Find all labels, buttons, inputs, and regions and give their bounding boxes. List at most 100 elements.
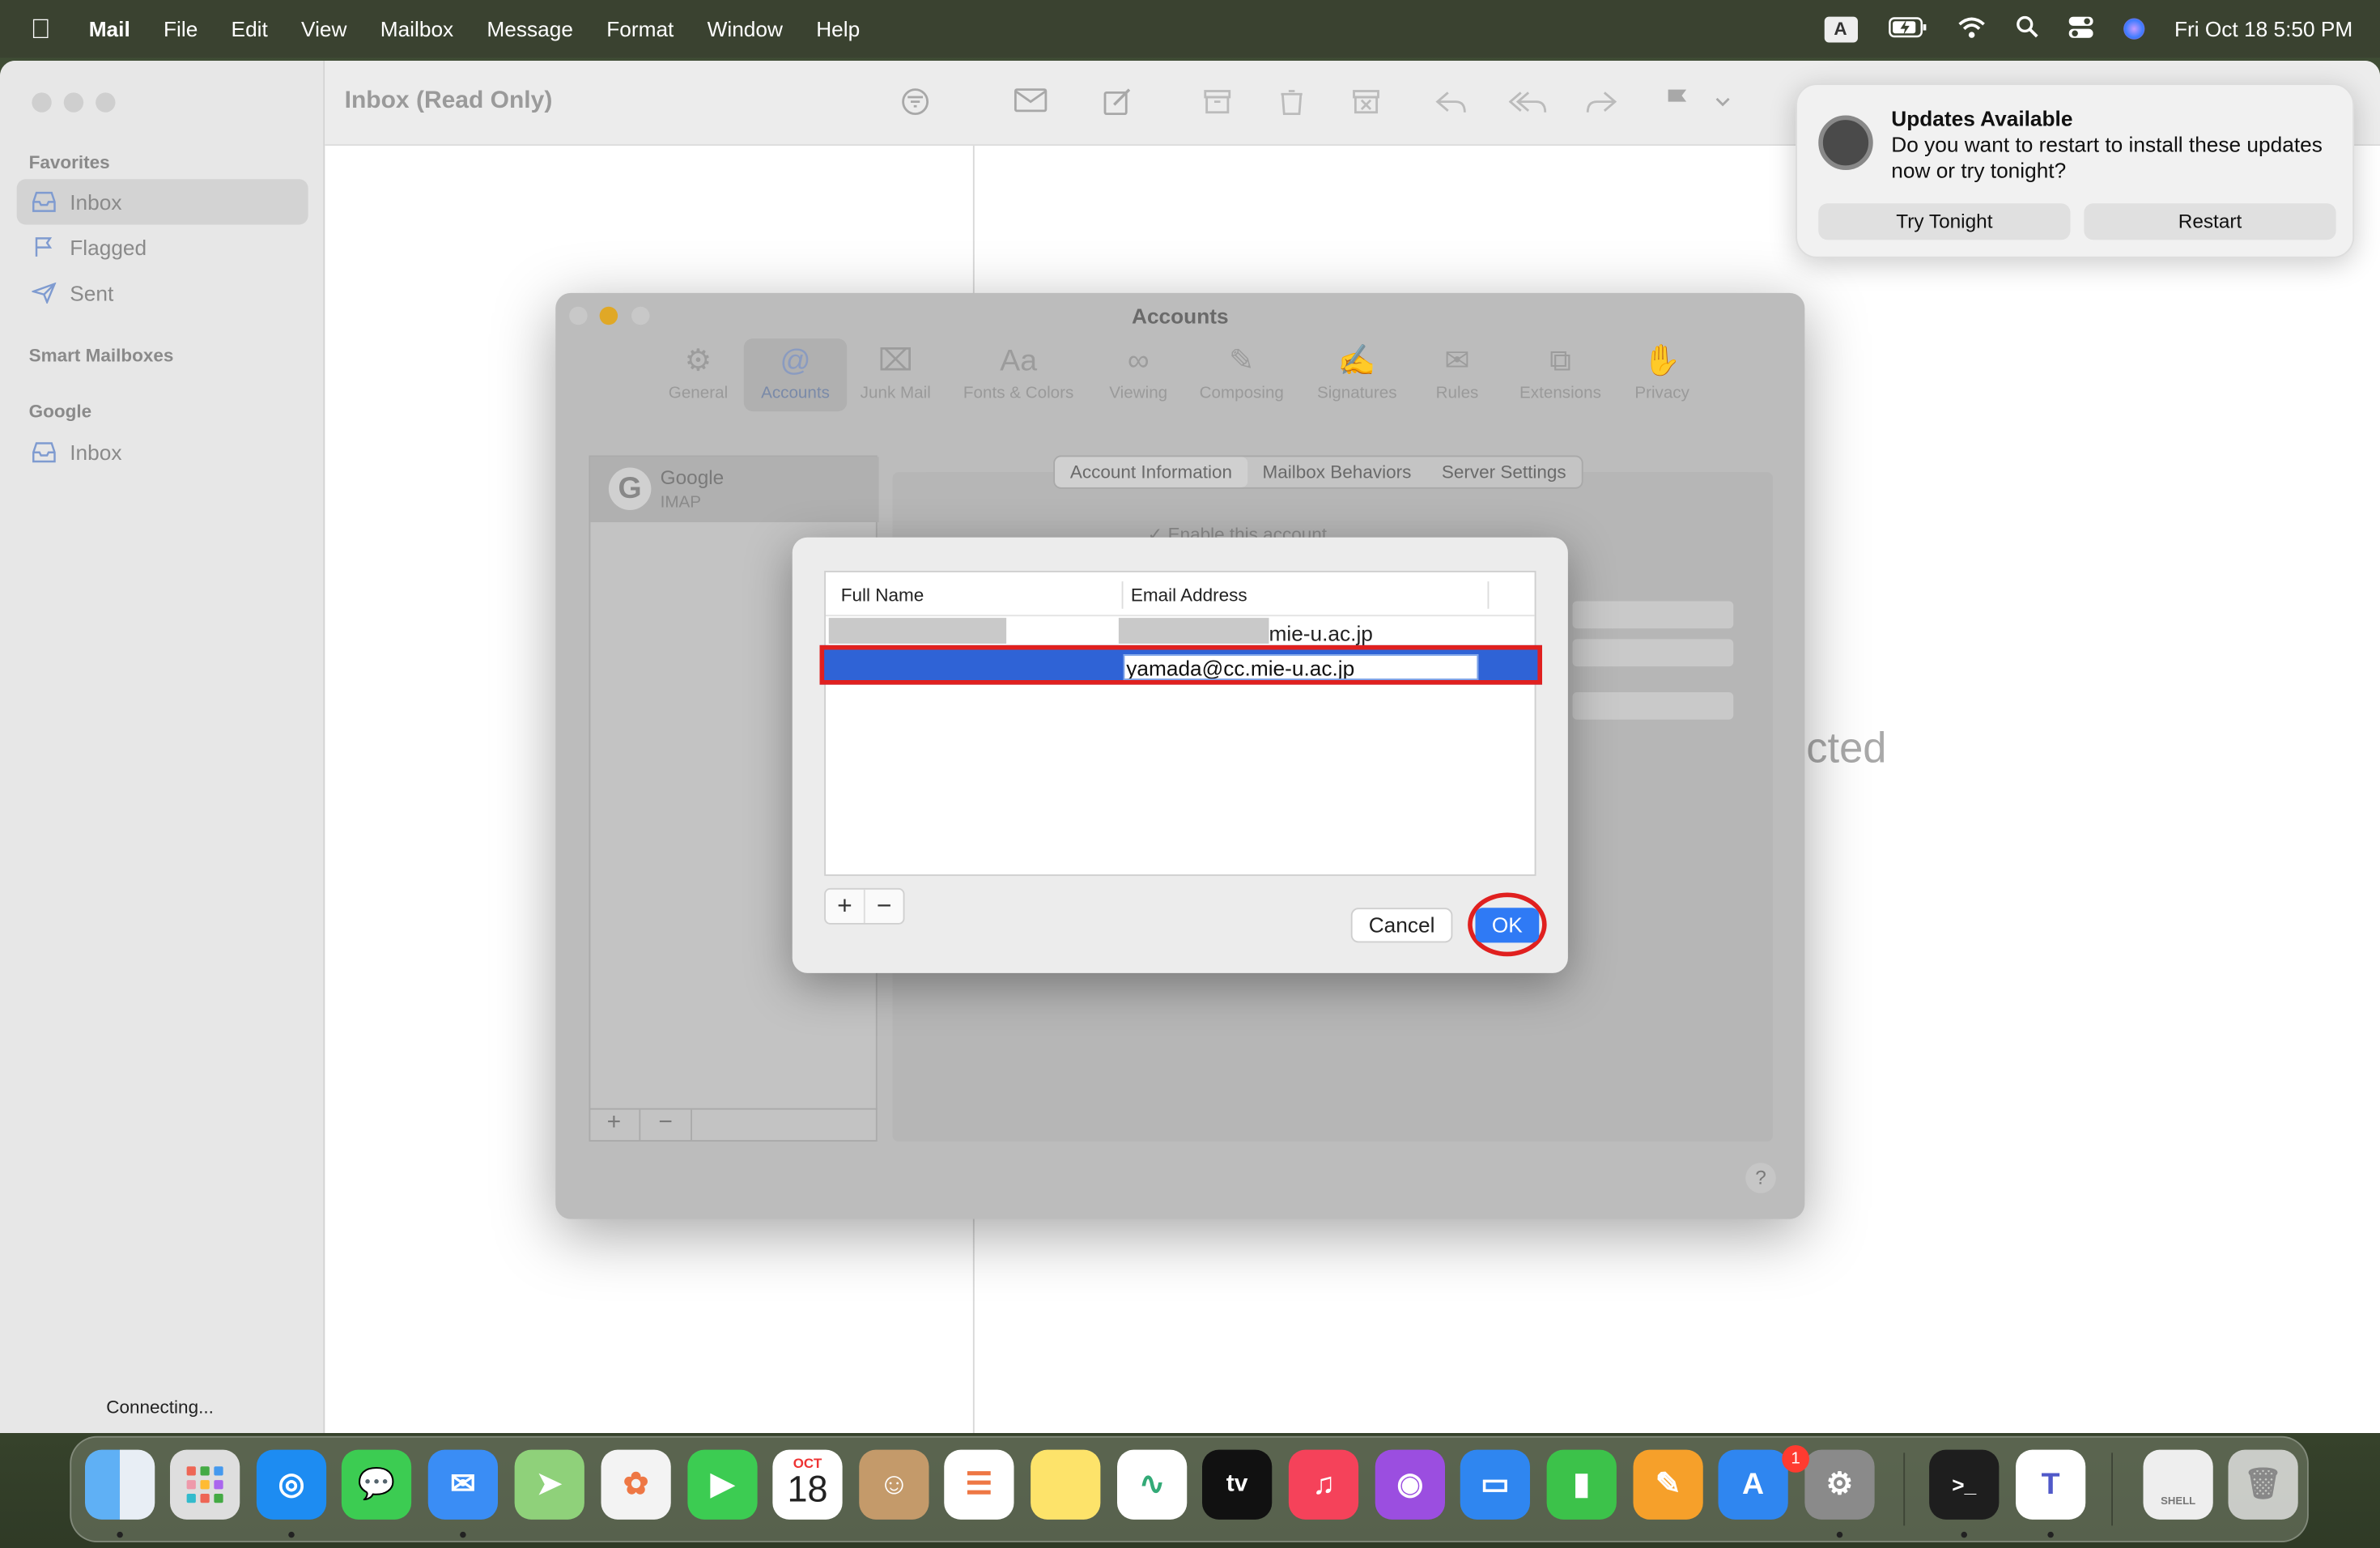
safari-icon[interactable]: ◎ [256,1449,327,1520]
column-email-address[interactable]: Email Address [1131,585,1247,606]
tab-fonts-colors[interactable]: Aa Fonts & Colors [954,338,1084,411]
menu-format[interactable]: Format [590,17,691,41]
segment-account-information[interactable]: Account Information [1055,457,1247,487]
help-button[interactable]: ? [1745,1163,1776,1193]
sidebar-section-smart-mailboxes[interactable]: Smart Mailboxes [29,345,174,366]
remove-account-button[interactable]: − [640,1109,692,1142]
menu-help[interactable]: Help [800,17,877,41]
pages-icon[interactable]: ✎ [1633,1449,1703,1520]
battery-icon[interactable] [1888,16,1927,42]
app-store-icon[interactable]: A [1718,1449,1788,1520]
sidebar-item-flagged[interactable]: Flagged [17,225,308,270]
running-indicator [460,1531,466,1538]
get-mail-icon[interactable] [1014,87,1048,120]
tab-privacy[interactable]: ✋ Privacy [1615,338,1709,411]
podcasts-icon[interactable]: ◉ [1375,1449,1445,1520]
sidebar-section-google[interactable]: Google [29,401,92,422]
system-settings-icon[interactable]: ⚙ [1804,1449,1875,1520]
flag-icon[interactable] [1664,87,1697,120]
tab-composing[interactable]: ✎ Composing [1184,338,1300,411]
minimize-button[interactable] [63,92,84,113]
contacts-icon[interactable]: ☺ [859,1449,929,1520]
sidebar-item-google-inbox[interactable]: Inbox [17,430,308,475]
music-icon[interactable]: ♫ [1288,1449,1359,1520]
menu-app-mail[interactable]: Mail [72,17,147,41]
input-source-icon[interactable]: A [1823,15,1858,42]
tab-rules[interactable]: ✉ Rules [1415,338,1500,411]
tab-accounts[interactable]: @ Accounts [743,338,848,412]
apple-menu-icon[interactable]:  [0,13,72,45]
menu-message[interactable]: Message [470,17,590,41]
sidebar-item-sent[interactable]: Sent [17,270,308,316]
menu-view[interactable]: View [284,17,363,41]
launchpad-icon[interactable] [170,1449,240,1520]
segment-server-settings[interactable]: Server Settings [1426,457,1581,487]
reply-all-icon[interactable] [1508,87,1547,120]
numbers-icon[interactable]: ▮ [1546,1449,1617,1520]
mail-icon[interactable]: ✉ [427,1449,498,1520]
tab-extensions[interactable]: ⧉ Extensions [1509,338,1613,411]
reply-icon[interactable] [1434,87,1468,120]
photos-icon[interactable]: ✿ [601,1449,671,1520]
maps-icon[interactable]: ➤ [514,1449,584,1520]
menu-file[interactable]: File [147,17,215,41]
tab-label: Viewing [1109,384,1168,402]
sidebar: Favorites Inbox Flagged Sent Smart Mailb… [0,61,325,1433]
try-tonight-button[interactable]: Try Tonight [1818,203,2071,240]
freeform-icon[interactable]: ∿ [1117,1449,1188,1520]
wifi-icon[interactable] [1957,16,1985,42]
finder-icon[interactable] [85,1449,155,1520]
update-notification[interactable]: Updates Available Do you want to restart… [1796,83,2355,258]
dropdown[interactable] [1572,639,1734,667]
trash-icon[interactable] [1277,87,1310,120]
alias-table[interactable]: Full Name Email Address mie-u.ac.jp [819,571,1542,876]
alias-add-remove: + − [824,887,905,925]
shell-document-icon[interactable]: SHELL [2143,1449,2213,1520]
archive-icon[interactable] [1202,87,1235,120]
ok-button[interactable]: OK [1475,908,1540,943]
close-button[interactable] [32,92,52,113]
messages-icon[interactable]: 💬 [341,1449,412,1520]
add-alias-button[interactable]: + [826,889,865,923]
reminders-icon[interactable]: ☰ [944,1449,1014,1520]
menu-clock[interactable]: Fri Oct 18 5:50 PM [2174,17,2352,41]
siri-icon[interactable] [2123,18,2144,40]
calendar-icon[interactable]: OCT 18 [772,1449,843,1520]
filter-icon[interactable] [900,87,933,120]
forward-icon[interactable] [1585,87,1618,120]
tab-viewing[interactable]: ∞ Viewing [1087,338,1191,411]
dropdown[interactable] [1572,692,1734,720]
teams-icon[interactable]: T [2016,1449,2086,1520]
keynote-icon[interactable]: ▭ [1460,1449,1530,1520]
notes-icon[interactable] [1031,1449,1101,1520]
sidebar-item-inbox[interactable]: Inbox [16,179,308,225]
column-full-name[interactable]: Full Name [841,585,924,606]
control-center-icon[interactable] [2068,15,2093,42]
cancel-button[interactable]: Cancel [1350,908,1453,943]
add-account-button[interactable]: + [589,1109,641,1142]
field[interactable] [1572,601,1734,629]
email-edit-field[interactable] [1123,654,1479,680]
account-row-google[interactable]: G Google IMAP [590,457,879,522]
remove-alias-button[interactable]: − [865,890,903,923]
segment-mailbox-behaviors[interactable]: Mailbox Behaviors [1247,457,1426,487]
terminal-icon[interactable]: >_ [1929,1449,2000,1520]
restart-button[interactable]: Restart [2084,203,2336,240]
trash-icon[interactable]: 🗑 [2228,1449,2298,1520]
junk-icon[interactable] [1351,87,1384,120]
inbox-icon [32,442,56,463]
tab-signatures[interactable]: ✍ Signatures [1306,338,1409,411]
menu-mailbox[interactable]: Mailbox [363,17,470,41]
chevron-down-icon[interactable] [1714,87,1747,120]
table-row-selected[interactable] [819,644,1542,685]
compose-icon[interactable] [1102,87,1135,120]
menu-window[interactable]: Window [691,17,800,41]
tab-junk-mail[interactable]: ⌧ Junk Mail [844,338,948,411]
spotlight-search-icon[interactable] [2015,15,2038,43]
tab-general[interactable]: ⚙ General [647,338,750,411]
facetime-icon[interactable]: ▶ [687,1449,758,1520]
account-segmented-control: Account Information Mailbox Behaviors Se… [1053,455,1583,489]
apple-tv-icon[interactable]: tv [1202,1449,1273,1520]
menu-edit[interactable]: Edit [215,17,284,41]
zoom-button[interactable] [96,92,116,113]
